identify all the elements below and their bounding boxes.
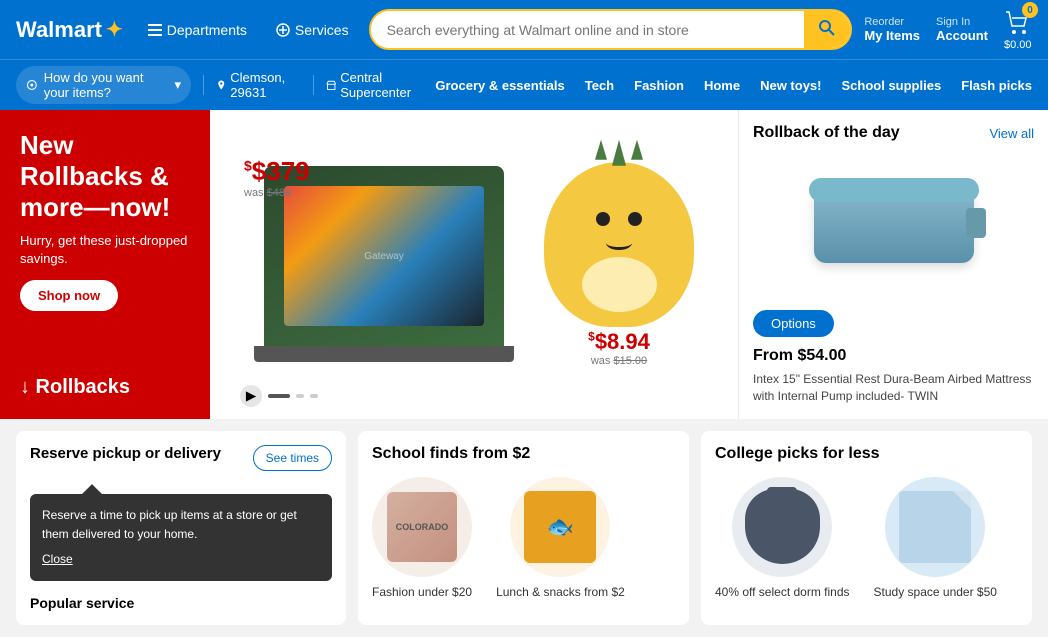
- nav-fashion[interactable]: Fashion: [634, 78, 684, 93]
- rollback-price: From $54.00: [753, 347, 1034, 365]
- nav-school[interactable]: School supplies: [842, 78, 942, 93]
- rollback-title: Rollback of the day: [753, 124, 900, 142]
- college-title: College picks for less: [715, 445, 1018, 463]
- carousel-dot-active: [268, 394, 290, 398]
- squishmallow-belly: [582, 257, 657, 312]
- see-times-button[interactable]: See times: [253, 445, 332, 471]
- view-all-link[interactable]: View all: [989, 126, 1034, 141]
- school-card: School finds from $2 COLORADO Fashion un…: [358, 431, 689, 626]
- hero-subtext: Hurry, get these just-dropped savings.: [20, 232, 190, 268]
- college-study-image: [885, 477, 985, 577]
- squishmallow-smile: [606, 236, 632, 250]
- laptop-product: $$379 was $489 Gateway: [254, 166, 514, 362]
- school-snacks-label: Lunch & snacks from $2: [496, 585, 625, 599]
- squishmallow-price: $$8.94 was $15.00: [588, 329, 650, 367]
- college-study-label: Study space under $50: [874, 585, 997, 599]
- shop-now-button[interactable]: Shop now: [20, 280, 118, 311]
- options-button[interactable]: Options: [753, 310, 834, 337]
- walmart-logo[interactable]: Walmart ✦: [16, 17, 123, 43]
- school-title: School finds from $2: [372, 445, 675, 463]
- site-header: Walmart ✦ Departments Services Reorder M…: [0, 0, 1048, 59]
- rollback-header: Rollback of the day View all: [753, 124, 1034, 142]
- rollback-product-name: Intex 15" Essential Rest Dura-Beam Airbe…: [753, 371, 1034, 405]
- subheader: How do you want your items? ▾ Clemson, 2…: [0, 59, 1048, 110]
- search-button[interactable]: [804, 11, 850, 48]
- carousel-dot: [310, 394, 318, 398]
- college-dorm-label: 40% off select dorm finds: [715, 585, 850, 599]
- cart-badge: 0: [1022, 2, 1038, 18]
- hero-heading: New Rollbacks & more—now!: [20, 130, 190, 224]
- squishmallow-body: [544, 162, 694, 327]
- departments-button[interactable]: Departments: [139, 18, 255, 42]
- school-item-snacks[interactable]: 🐟 Lunch & snacks from $2: [496, 477, 625, 599]
- services-button[interactable]: Services: [267, 18, 357, 42]
- reorder-button[interactable]: Reorder My Items: [864, 16, 920, 43]
- airbed-top-layer: [809, 178, 979, 202]
- airbed-pump: [966, 208, 986, 238]
- squishmallow-eyes: [596, 212, 642, 226]
- tooltip-arrow: [82, 484, 102, 504]
- logo-text: Walmart: [16, 17, 102, 43]
- college-products: 40% off select dorm finds Study space un…: [715, 477, 1018, 599]
- bottom-section: Reserve pickup or delivery See times Res…: [0, 419, 1048, 637]
- store-info[interactable]: Central Supercenter: [326, 70, 428, 100]
- search-input[interactable]: [371, 14, 805, 46]
- squishmallow-product: $$8.94 was $15.00: [544, 162, 694, 367]
- popular-services-label: Popular service: [30, 595, 332, 611]
- hero-products: $$379 was $489 Gateway: [210, 110, 738, 419]
- college-item-study[interactable]: Study space under $50: [874, 477, 997, 599]
- pickup-tooltip: Reserve a time to pick up items at a sto…: [30, 494, 332, 582]
- carousel-controls: ▶: [240, 385, 318, 407]
- rollbacks-label: ↓ Rollbacks: [20, 376, 190, 399]
- tooltip-close-link[interactable]: Close: [42, 550, 320, 569]
- airbed-image: [753, 150, 1034, 300]
- college-card: College picks for less 40% off select do…: [701, 431, 1032, 626]
- delivery-selector[interactable]: How do you want your items? ▾: [16, 66, 191, 104]
- school-snacks-image: 🐟: [510, 477, 610, 577]
- nav-tech[interactable]: Tech: [585, 78, 614, 93]
- college-dorm-image: [732, 477, 832, 577]
- hero-promo: New Rollbacks & more—now! Hurry, get the…: [0, 110, 210, 419]
- category-nav: Grocery & essentials Tech Fashion Home N…: [435, 78, 1032, 93]
- school-fashion-image: COLORADO: [372, 477, 472, 577]
- carousel-next-button[interactable]: ▶: [240, 385, 262, 407]
- nav-home[interactable]: Home: [704, 78, 740, 93]
- search-bar: [369, 9, 853, 50]
- laptop-base: [254, 346, 514, 362]
- options-button-wrapper: Options: [753, 310, 1034, 337]
- location-info[interactable]: Clemson, 29631: [216, 70, 301, 100]
- school-item-fashion[interactable]: COLORADO Fashion under $20: [372, 477, 472, 599]
- nav-toys[interactable]: New toys!: [760, 78, 821, 93]
- nav-flash[interactable]: Flash picks: [961, 78, 1032, 93]
- carousel-dot: [296, 394, 304, 398]
- main-content: New Rollbacks & more—now! Hurry, get the…: [0, 110, 1048, 419]
- college-item-dorm[interactable]: 40% off select dorm finds: [715, 477, 850, 599]
- school-products: COLORADO Fashion under $20 🐟 Lunch & sna…: [372, 477, 675, 599]
- airbed-illustration: [814, 188, 974, 263]
- cart-button[interactable]: 0 $0.00: [1004, 8, 1032, 51]
- header-actions: Reorder My Items Sign In Account 0 $0.00: [864, 8, 1032, 51]
- cart-price: $0.00: [1004, 39, 1032, 51]
- spark-icon: ✦: [106, 17, 123, 42]
- rollback-sidebar: Rollback of the day View all Options Fro…: [738, 110, 1048, 419]
- chevron-down-icon: ▾: [175, 77, 182, 93]
- squishmallow-crown: [595, 140, 643, 166]
- pickup-card: Reserve pickup or delivery See times Res…: [16, 431, 346, 626]
- laptop-price-tag: $$379 was $489: [244, 156, 310, 199]
- hero-section: New Rollbacks & more—now! Hurry, get the…: [0, 110, 738, 419]
- school-fashion-label: Fashion under $20: [372, 585, 472, 599]
- account-button[interactable]: Sign In Account: [936, 16, 988, 43]
- nav-grocery[interactable]: Grocery & essentials: [435, 78, 564, 93]
